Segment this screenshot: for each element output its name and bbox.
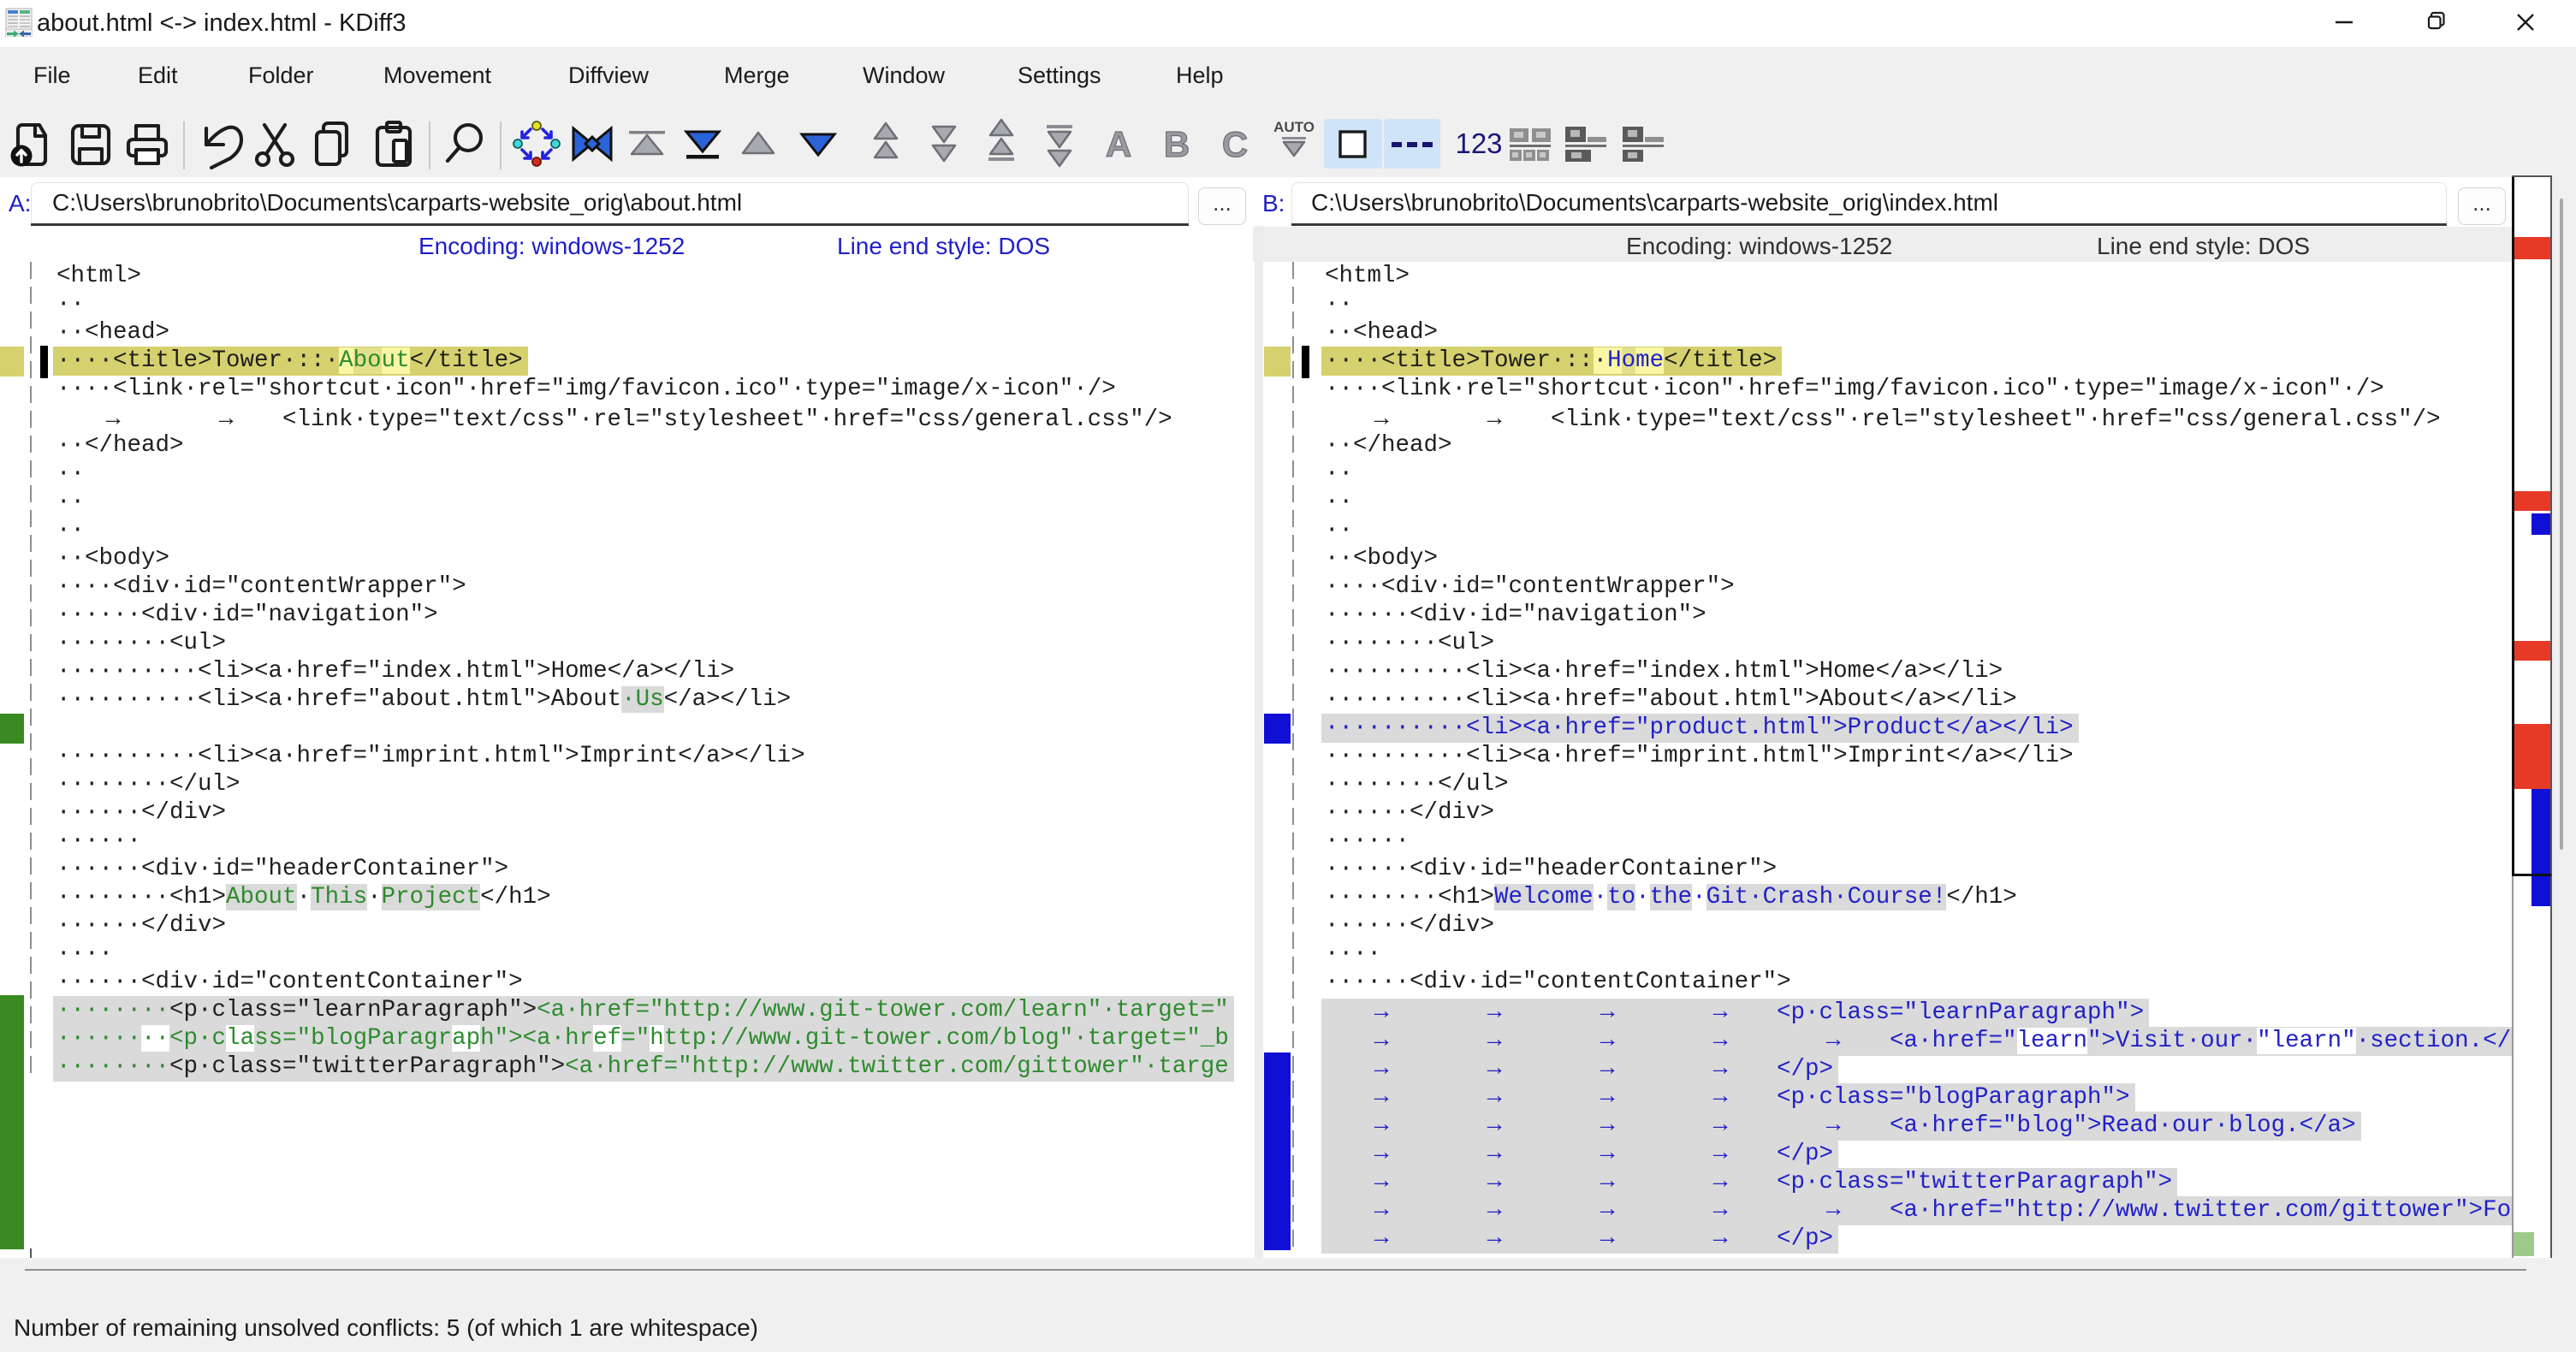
svg-text:AUTO: AUTO bbox=[1273, 119, 1315, 135]
svg-text:123: 123 bbox=[1455, 127, 1502, 159]
svg-text:A: A bbox=[1106, 124, 1131, 164]
svg-text:B: B bbox=[1164, 124, 1190, 164]
svg-text:C: C bbox=[1222, 124, 1248, 164]
